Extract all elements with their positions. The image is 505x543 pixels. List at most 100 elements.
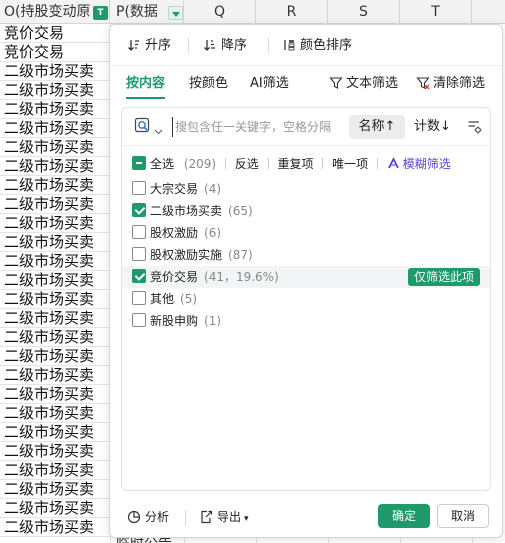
filter-value-item[interactable]: 竞价交易 (41，19.6%) 仅筛选此项 <box>122 266 490 288</box>
sort-descending-button[interactable]: 降序 <box>203 35 247 57</box>
popup-divider <box>110 65 502 66</box>
action-divider <box>376 158 378 169</box>
item-count: (65) <box>228 204 253 218</box>
cell-o[interactable]: 二级市场买卖 <box>0 81 110 100</box>
column-header-r[interactable]: R <box>256 0 328 24</box>
column-header-s[interactable]: S <box>328 0 400 24</box>
analyze-button[interactable]: 分析 <box>127 508 169 525</box>
duplicates-button[interactable]: 重复项 <box>277 157 313 171</box>
item-checkbox[interactable] <box>132 203 146 217</box>
cell-o[interactable]: 二级市场买卖 <box>0 195 110 214</box>
cell-o[interactable]: 二级市场买卖 <box>0 404 110 423</box>
pie-chart-icon <box>127 510 141 524</box>
cell-o[interactable]: 二级市场买卖 <box>0 290 110 309</box>
fuzzy-filter-label: 模糊筛选 <box>402 157 451 171</box>
column-header-t[interactable]: T <box>400 0 472 24</box>
clear-filter-button[interactable]: 清除筛选 <box>416 72 485 96</box>
filter-dropdown-icon[interactable] <box>168 6 183 20</box>
item-checkbox[interactable] <box>132 181 146 195</box>
column-header-q[interactable]: Q <box>184 0 256 24</box>
active-filter-icon[interactable]: T <box>93 6 108 20</box>
sort-by-name-label: 名称 <box>358 119 385 134</box>
item-checkbox[interactable] <box>132 313 146 327</box>
filter-value-item[interactable]: 新股申购 (1) <box>122 310 490 332</box>
select-all-label[interactable]: 全选 <box>150 157 174 171</box>
tab-ai-filter[interactable]: AI筛选 <box>250 72 289 96</box>
cell-o[interactable]: 二级市场买卖 <box>0 271 110 290</box>
list-settings-icon[interactable] <box>467 119 482 138</box>
clear-funnel-icon <box>416 77 430 90</box>
cell-o[interactable]: 二级市场买卖 <box>0 423 110 442</box>
search-icon[interactable] <box>134 117 152 139</box>
cell-o[interactable]: 二级市场买卖 <box>0 461 110 480</box>
filter-value-item[interactable]: 其他 (5) <box>122 288 490 310</box>
clear-filter-label: 清除筛选 <box>433 76 486 91</box>
toolbar-divider <box>268 38 269 54</box>
cell-o[interactable]: 二级市场买卖 <box>0 518 110 537</box>
cell-o[interactable]: 二级市场买卖 <box>0 328 110 347</box>
select-all-checkbox[interactable] <box>132 156 146 170</box>
sort-by-color-button[interactable]: 颜色排序 <box>282 35 352 57</box>
item-count: (1) <box>204 314 222 328</box>
item-checkbox[interactable] <box>132 247 146 261</box>
item-checkbox[interactable] <box>132 225 146 239</box>
cell-o[interactable]: 二级市场买卖 <box>0 119 110 138</box>
search-input[interactable] <box>172 117 340 137</box>
item-label: 大宗交易 <box>150 182 199 196</box>
export-button[interactable]: 导出 ▾ <box>199 508 249 525</box>
sort-ascending-button[interactable]: 升序 <box>127 35 171 57</box>
chevron-down-icon[interactable] <box>154 121 163 140</box>
cell-o[interactable]: 二级市场买卖 <box>0 442 110 461</box>
cell-o[interactable]: 二级市场买卖 <box>0 385 110 404</box>
sort-descending-icon <box>204 40 215 51</box>
cell-o[interactable]: 二级市场买卖 <box>0 347 110 366</box>
fuzzy-filter-button[interactable]: 模糊筛选 <box>387 157 451 171</box>
cell-o[interactable]: 二级市场买卖 <box>0 176 110 195</box>
tab-by-content[interactable]: 按内容 <box>126 72 166 99</box>
cell-o[interactable]: 二级市场买卖 <box>0 499 110 518</box>
item-label: 股权激励 <box>150 226 199 240</box>
sort-ascending-icon <box>128 40 139 51</box>
cell-o[interactable]: 竞价交易 <box>0 24 110 43</box>
cell-o[interactable]: 二级市场买卖 <box>0 366 110 385</box>
item-label: 其他 <box>150 292 175 306</box>
text-filter-button[interactable]: 文本筛选 <box>329 72 398 96</box>
sort-by-count-button[interactable]: 计数↓ <box>414 115 451 139</box>
confirm-button[interactable]: 确定 <box>378 504 430 528</box>
sort-by-count-label: 计数 <box>414 119 441 134</box>
item-count: (6) <box>204 226 222 240</box>
export-icon <box>201 510 213 524</box>
item-checkbox[interactable] <box>132 269 146 283</box>
sort-by-name-button[interactable]: 名称↑ <box>349 115 405 139</box>
filter-value-item[interactable]: 二级市场买卖 (65) <box>122 200 490 222</box>
item-label: 竞价交易 <box>150 270 199 284</box>
popup-footer: 分析 导出 ▾ 确定 取消 <box>110 499 502 539</box>
cell-o[interactable]: 竞价交易 <box>0 43 110 62</box>
funnel-icon <box>329 77 343 89</box>
action-divider <box>267 158 269 169</box>
filter-list-panel: 名称↑ 计数↓ 全选 (209) 反选 重复项 唯一项 模糊筛选 大宗交易 (4)… <box>121 107 491 491</box>
unique-button[interactable]: 唯一项 <box>332 157 368 171</box>
cell-o[interactable]: 二级市场买卖 <box>0 157 110 176</box>
cell-o[interactable]: 二级市场买卖 <box>0 252 110 271</box>
cancel-button[interactable]: 取消 <box>437 504 489 528</box>
filter-value-item[interactable]: 股权激励 (6) <box>122 222 490 244</box>
sort-descending-label: 降序 <box>221 38 248 53</box>
invert-selection-button[interactable]: 反选 <box>235 157 259 171</box>
cell-o[interactable]: 二级市场买卖 <box>0 138 110 157</box>
sort-by-color-icon <box>284 40 295 51</box>
footer-divider <box>185 510 186 526</box>
cell-o[interactable]: 二级市场买卖 <box>0 480 110 499</box>
item-checkbox[interactable] <box>132 291 146 305</box>
item-label: 股权激励实施 <box>150 248 223 262</box>
filter-value-item[interactable]: 股权激励实施 (87) <box>122 244 490 266</box>
cell-o[interactable]: 二级市场买卖 <box>0 214 110 233</box>
cell-o[interactable]: 二级市场买卖 <box>0 62 110 81</box>
cell-o[interactable]: 二级市场买卖 <box>0 233 110 252</box>
filter-value-item[interactable]: 大宗交易 (4) <box>122 178 490 200</box>
tab-by-color[interactable]: 按颜色 <box>189 72 228 96</box>
cell-o[interactable]: 二级市场买卖 <box>0 309 110 328</box>
action-divider <box>224 158 226 169</box>
only-filter-this-button[interactable]: 仅筛选此项 <box>407 268 480 286</box>
cell-o[interactable]: 二级市场买卖 <box>0 100 110 119</box>
